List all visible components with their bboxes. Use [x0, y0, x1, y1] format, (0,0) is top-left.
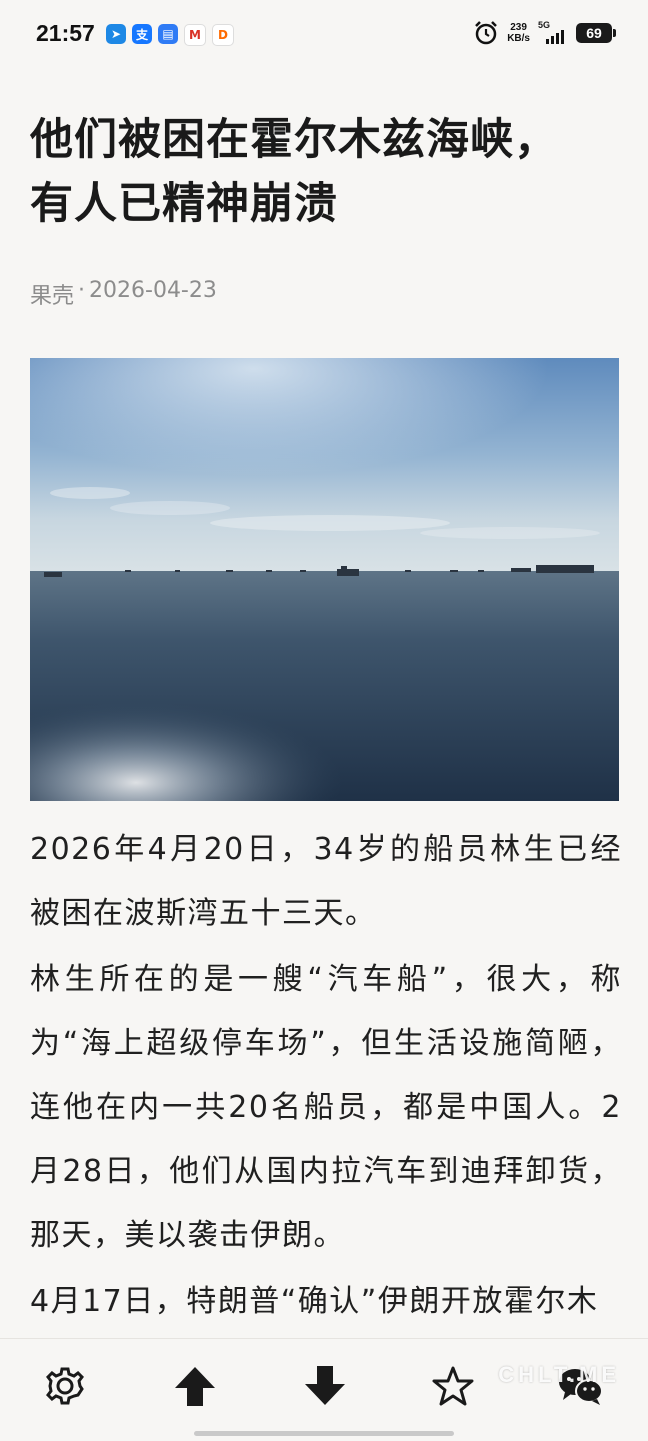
article-meta: 果壳 · 2026-04-23: [30, 278, 217, 310]
article-paragraph: 林生所在的是一艘“汽车船”，很大，称为“海上超级停车场”，但生活设施简陋，连他在…: [30, 962, 622, 1253]
alarm-icon: [475, 21, 498, 45]
alipay-icon: 支: [132, 24, 152, 44]
settings-icon: [46, 1367, 84, 1405]
network-speed: 239 KB/s: [507, 22, 530, 44]
notification-icons: ➤ 支 ▤ M D: [106, 24, 234, 46]
article-source[interactable]: 果壳: [30, 278, 74, 310]
article-date: 2026-04-23: [89, 278, 217, 303]
settings-button[interactable]: [40, 1361, 90, 1411]
didi-icon: D: [212, 24, 234, 46]
article-paragraph: 4月17日，特朗普“确认”伊朗开放霍尔木: [30, 1284, 599, 1319]
status-bar: 21:57 ➤ 支 ▤ M D 239 KB/s 5G 69: [0, 0, 648, 70]
status-time: 21:57: [36, 20, 95, 46]
telegram-icon: ➤: [106, 24, 126, 44]
net-speed-value: 239: [510, 22, 527, 33]
battery-level: 69: [586, 25, 602, 41]
signal-icon: 5G: [538, 20, 568, 44]
favorite-button[interactable]: [428, 1361, 478, 1411]
network-type: 5G: [538, 20, 551, 30]
gmail-icon: M: [184, 24, 206, 46]
net-speed-unit: KB/s: [507, 33, 530, 44]
home-indicator[interactable]: [194, 1431, 454, 1436]
scroll-down-icon: [305, 1366, 345, 1405]
article-hero-image[interactable]: [30, 358, 619, 801]
bottom-toolbar: [0, 1338, 648, 1441]
article-body: 2026年4月20日，34岁的船员林生已经被困在波斯湾五十三天。 林生所在的是一…: [30, 818, 622, 1336]
chat-icon: ▤: [158, 24, 178, 44]
article-paragraph: 2026年4月20日，34岁的船员林生已经被困在波斯湾五十三天。: [30, 832, 622, 931]
battery-icon: 69: [576, 23, 616, 43]
meta-separator: ·: [78, 278, 86, 303]
scroll-down-button[interactable]: [300, 1361, 350, 1411]
article-title: 他们被困在霍尔木兹海峡，有人已精神崩溃: [30, 115, 558, 229]
star-icon: [432, 1366, 474, 1406]
scroll-up-icon: [175, 1367, 215, 1406]
scroll-up-button[interactable]: [170, 1361, 220, 1411]
watermark: CHLT.ME: [498, 1362, 620, 1387]
